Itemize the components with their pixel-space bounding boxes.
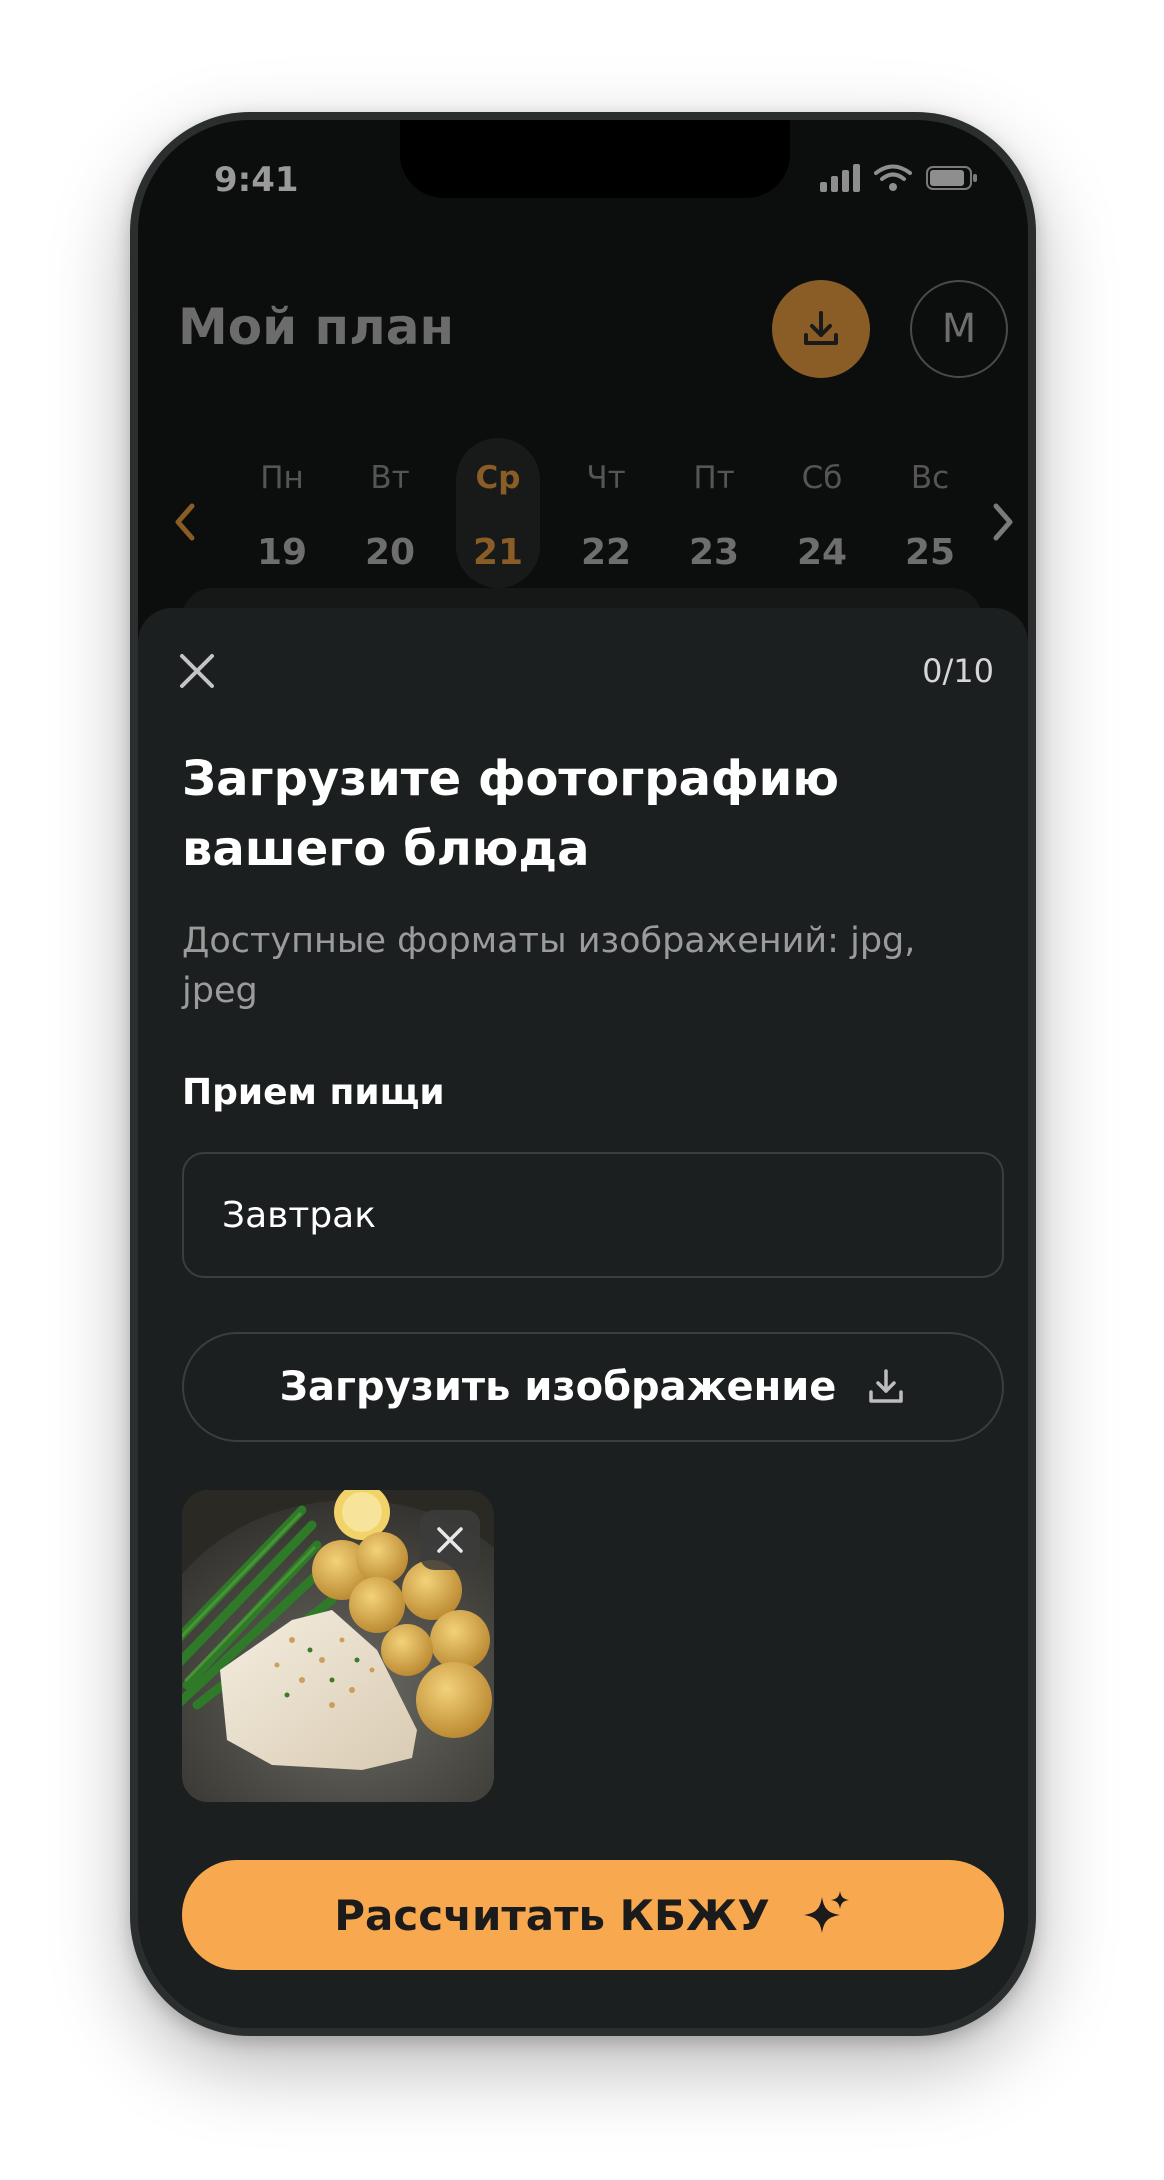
day-date: 20 (364, 532, 416, 573)
chevron-left-icon[interactable] (172, 502, 196, 542)
close-icon (180, 654, 214, 688)
avatar[interactable]: M (910, 280, 1008, 378)
day-name: Вс (910, 460, 950, 496)
day-date: 21 (472, 532, 524, 573)
export-button[interactable] (772, 280, 870, 378)
phone-frame: 9:41 Мой план M Пн 19 Вт 20 Ср 21 Чт 22 … (130, 112, 1036, 2036)
day-sunday[interactable]: Вс 25 (888, 438, 972, 588)
upload-counter: 0/10 (922, 652, 994, 690)
day-date: 19 (256, 532, 308, 573)
day-date: 25 (904, 532, 956, 573)
day-name: Чт (586, 460, 626, 496)
close-icon (437, 1527, 463, 1553)
download-icon (869, 1369, 904, 1403)
day-thursday[interactable]: Чт 22 (564, 438, 648, 588)
page-title: Мой план (178, 298, 455, 356)
status-time: 9:41 (214, 160, 299, 200)
day-monday[interactable]: Пн 19 (240, 438, 324, 588)
app-screen: 9:41 Мой план M Пн 19 Вт 20 Ср 21 Чт 22 … (138, 120, 1028, 2028)
day-name: Вт (370, 460, 410, 496)
day-date: 23 (688, 532, 740, 573)
day-name: Пн (260, 460, 304, 496)
signal-icon (820, 164, 860, 192)
day-wednesday-selected[interactable]: Ср 21 (456, 438, 540, 588)
day-name: Сб (801, 460, 843, 496)
day-date: 24 (796, 532, 848, 573)
meal-select[interactable]: Завтрак (182, 1152, 1004, 1278)
upload-image-button[interactable]: Загрузить изображение (182, 1332, 1004, 1442)
sparkles-icon (803, 1891, 849, 1933)
day-friday[interactable]: Пт 23 (672, 438, 756, 588)
close-button[interactable] (172, 646, 222, 696)
day-name: Пт (693, 460, 735, 496)
day-name: Ср (475, 460, 521, 496)
day-tuesday[interactable]: Вт 20 (348, 438, 432, 588)
upload-image-label: Загрузить изображение (279, 1364, 837, 1410)
sheet-title: Загрузите фотографию вашего блюда (182, 751, 839, 877)
calculate-label: Рассчитать КБЖУ (334, 1890, 770, 1940)
notch (400, 120, 790, 198)
upload-photo-sheet: 0/10 Загрузите фотографию вашего блюда Д… (138, 608, 1028, 2028)
day-saturday[interactable]: Сб 24 (780, 438, 864, 588)
status-icons (820, 164, 978, 192)
remove-photo-button[interactable] (420, 1510, 480, 1570)
day-date: 22 (580, 532, 632, 573)
download-icon (804, 311, 838, 345)
uploaded-photo-thumbnail (182, 1490, 494, 1802)
wifi-icon (874, 164, 912, 191)
battery-icon (926, 166, 977, 190)
calculate-nutrition-button[interactable]: Рассчитать КБЖУ (182, 1860, 1004, 1970)
sheet-subtitle: Доступные форматы изображений: jpg, jpeg (182, 921, 916, 1011)
chevron-right-icon[interactable] (992, 502, 1016, 542)
meal-field-label: Прием пищи (182, 1072, 445, 1113)
